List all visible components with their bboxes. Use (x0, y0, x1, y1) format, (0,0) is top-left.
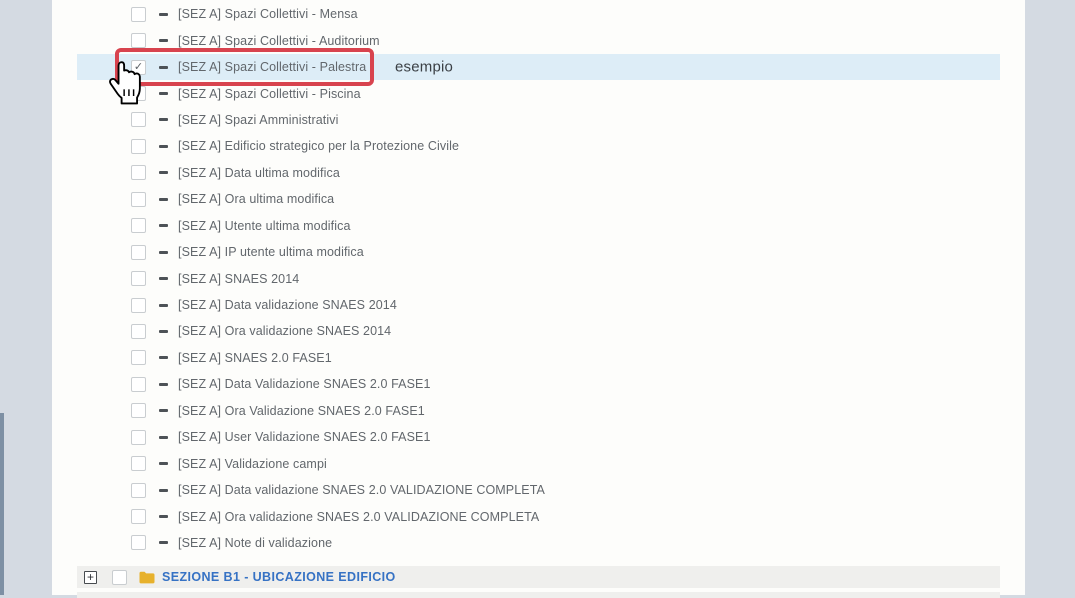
content-panel: [SEZ A] Spazi Collettivi - Mensa [SEZ A]… (52, 0, 1025, 595)
section-checkbox[interactable] (112, 570, 127, 585)
item-checkbox[interactable] (131, 192, 146, 207)
item-label: [SEZ A] Note di validazione (178, 536, 332, 550)
minus-icon (159, 541, 168, 544)
sidebar-edge-strip (0, 413, 4, 595)
item-label: [SEZ A] Ora Validazione SNAES 2.0 FASE1 (178, 404, 425, 418)
minus-icon (159, 251, 168, 254)
minus-icon (159, 145, 168, 148)
item-checkbox[interactable] (131, 86, 146, 101)
folder-icon (139, 571, 155, 584)
item-label: [SEZ A] Spazi Collettivi - Piscina (178, 87, 361, 101)
minus-icon (159, 13, 168, 16)
minus-icon (159, 489, 168, 492)
item-label: [SEZ A] SNAES 2.0 FASE1 (178, 351, 332, 365)
tree-item-row[interactable]: [SEZ A] Ora validazione SNAES 2.0 VALIDA… (77, 503, 1000, 529)
tree-item-row[interactable]: [SEZ A] Data validazione SNAES 2.0 VALID… (77, 477, 1000, 503)
tree-item-row[interactable]: [SEZ A] Data Validazione SNAES 2.0 FASE1 (77, 371, 1000, 397)
item-label: [SEZ A] Spazi Collettivi - Palestra (178, 60, 366, 74)
item-checkbox[interactable] (131, 33, 146, 48)
tree-item-row[interactable]: [SEZ A] Spazi Collettivi - Mensa (77, 1, 1000, 27)
item-checkbox[interactable] (131, 112, 146, 127)
item-checkbox[interactable] (131, 350, 146, 365)
item-checkbox[interactable] (131, 298, 146, 313)
tree-item-row[interactable]: [SEZ A] SNAES 2014 (77, 265, 1000, 291)
minus-icon (159, 515, 168, 518)
tree-item-row[interactable]: [SEZ A] Validazione campi (77, 450, 1000, 476)
tree-item-row[interactable]: [SEZ A] Spazi Collettivi - Piscina (77, 80, 1000, 106)
item-label: [SEZ A] Utente ultima modifica (178, 219, 351, 233)
minus-icon (159, 66, 168, 69)
tree-item-row[interactable]: [SEZ A] Data validazione SNAES 2014 (77, 292, 1000, 318)
item-checkbox[interactable] (131, 403, 146, 418)
item-label: [SEZ A] Data Validazione SNAES 2.0 FASE1 (178, 377, 431, 391)
item-label: [SEZ A] Ora validazione SNAES 2014 (178, 324, 391, 338)
annotation-text: esempio (395, 59, 453, 76)
next-row-partial (77, 592, 1000, 598)
tree-item-row[interactable]: [SEZ A] IP utente ultima modifica (77, 239, 1000, 265)
item-checkbox[interactable] (131, 245, 146, 260)
item-checkbox[interactable] (131, 7, 146, 22)
plus-expander-icon[interactable]: + (84, 571, 97, 584)
item-label: [SEZ A] User Validazione SNAES 2.0 FASE1 (178, 430, 431, 444)
item-label: [SEZ A] Spazi Collettivi - Mensa (178, 7, 358, 21)
tree-list: [SEZ A] Spazi Collettivi - Mensa [SEZ A]… (77, 1, 1000, 598)
item-label: [SEZ A] Validazione campi (178, 457, 327, 471)
minus-icon (159, 356, 168, 359)
minus-icon (159, 383, 168, 386)
tree-item-row[interactable]: [SEZ A] Edificio strategico per la Prote… (77, 133, 1000, 159)
minus-icon (159, 304, 168, 307)
item-label: [SEZ A] Spazi Collettivi - Auditorium (178, 34, 380, 48)
minus-icon (159, 118, 168, 121)
tree-item-row[interactable]: [SEZ A] Note di validazione (77, 530, 1000, 556)
item-checkbox[interactable] (131, 271, 146, 286)
item-checkbox[interactable] (131, 324, 146, 339)
tree-item-row[interactable]: [SEZ A] Data ultima modifica (77, 160, 1000, 186)
minus-icon (159, 224, 168, 227)
item-label: [SEZ A] Data ultima modifica (178, 166, 340, 180)
section-row-b1[interactable]: + SEZIONE B1 - UBICAZIONE EDIFICIO (77, 566, 1000, 588)
item-checkbox[interactable] (131, 377, 146, 392)
item-label: [SEZ A] Data validazione SNAES 2014 (178, 298, 397, 312)
item-checkbox[interactable] (131, 430, 146, 445)
item-checkbox[interactable] (131, 139, 146, 154)
item-label: [SEZ A] Data validazione SNAES 2.0 VALID… (178, 483, 545, 497)
item-checkbox[interactable] (131, 218, 146, 233)
item-label: [SEZ A] Spazi Amministrativi (178, 113, 338, 127)
minus-icon (159, 462, 168, 465)
item-label: [SEZ A] Ora ultima modifica (178, 192, 334, 206)
minus-icon (159, 436, 168, 439)
tree-item-row[interactable]: [SEZ A] Ora validazione SNAES 2014 (77, 318, 1000, 344)
tree-item-row[interactable]: [SEZ A] SNAES 2.0 FASE1 (77, 345, 1000, 371)
tree-item-row[interactable]: [SEZ A] User Validazione SNAES 2.0 FASE1 (77, 424, 1000, 450)
minus-icon (159, 198, 168, 201)
item-label: [SEZ A] Edificio strategico per la Prote… (178, 139, 459, 153)
tree-item-row[interactable]: [SEZ A] Spazi Amministrativi (77, 107, 1000, 133)
item-label: [SEZ A] Ora validazione SNAES 2.0 VALIDA… (178, 510, 539, 524)
section-label: SEZIONE B1 - UBICAZIONE EDIFICIO (162, 570, 396, 584)
minus-icon (159, 171, 168, 174)
minus-icon (159, 409, 168, 412)
minus-icon (159, 39, 168, 42)
minus-icon (159, 330, 168, 333)
item-checkbox[interactable] (131, 535, 146, 550)
item-label: [SEZ A] IP utente ultima modifica (178, 245, 364, 259)
item-checkbox[interactable]: ✓ (131, 60, 146, 75)
item-checkbox[interactable] (131, 509, 146, 524)
tree-item-row[interactable]: [SEZ A] Ora Validazione SNAES 2.0 FASE1 (77, 398, 1000, 424)
minus-icon (159, 92, 168, 95)
minus-icon (159, 277, 168, 280)
tree-item-row[interactable]: [SEZ A] Utente ultima modifica (77, 213, 1000, 239)
tree-item-row[interactable]: [SEZ A] Spazi Collettivi - Auditorium (77, 27, 1000, 53)
item-label: [SEZ A] SNAES 2014 (178, 272, 299, 286)
tree-item-row[interactable]: [SEZ A] Ora ultima modifica (77, 186, 1000, 212)
tree-item-row[interactable]: ✓ [SEZ A] Spazi Collettivi - Palestra es… (77, 54, 1000, 80)
item-checkbox[interactable] (131, 456, 146, 471)
item-checkbox[interactable] (131, 165, 146, 180)
item-checkbox[interactable] (131, 483, 146, 498)
